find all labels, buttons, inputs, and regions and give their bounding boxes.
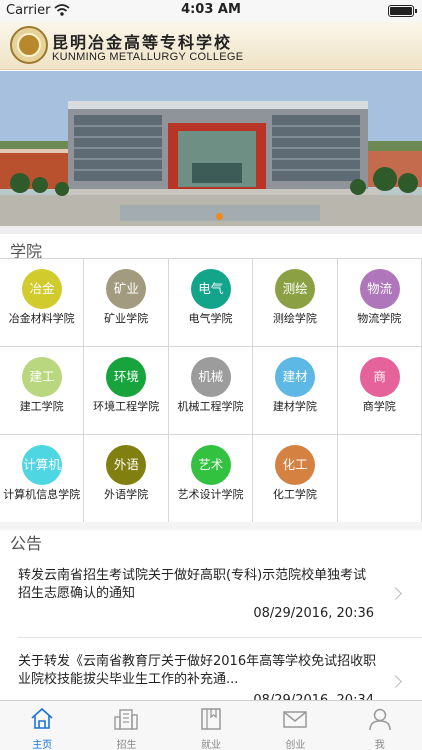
college-cell[interactable]: 建材 建材学院 [253,347,338,435]
college-cell[interactable]: 艺术 艺术设计学院 [168,435,254,523]
college-label: 物流学院 [357,312,402,325]
notices-section-title: 公告 [10,534,43,553]
college-icon: 建工 [22,357,62,397]
empty-cell [337,435,422,523]
building-icon [114,709,139,730]
notice-title: 转发云南省招生考试院关于做好高职(专科)示范院校单独考试招生志愿确认的通知 [18,568,367,601]
college-cell[interactable]: 电气 电气学院 [168,259,254,347]
college-icon: 建材 [275,357,316,397]
tab-entrepreneurship[interactable]: 创业 [253,701,337,750]
notice-date: 08/29/2016, 20:36 [253,606,374,621]
tab-label: 创业 [285,740,306,750]
tab-home[interactable]: 主页 [0,701,84,750]
tab-employment[interactable]: 就业 [169,701,253,750]
college-icon: 物流 [359,269,400,309]
tab-label: 我 [374,740,385,750]
college-label: 电气学院 [188,312,233,325]
college-cell[interactable]: 化工 化工学院 [253,435,338,523]
section-spacer [0,522,422,530]
tab-me[interactable]: 我 [338,701,422,750]
college-cell[interactable]: 外语 外语学院 [84,435,169,523]
notice-title: 关于转发《云南省教育厅关于做好2016年高等学校免试招收职业院校技能拔尖毕业生工… [18,654,377,687]
home-icon [31,707,53,729]
college-icon: 外语 [106,445,147,485]
college-label: 建工学院 [19,400,64,413]
banner-carousel[interactable] [0,71,422,226]
college-icon: 电气 [190,269,231,309]
college-icon: 机械 [190,357,231,397]
college-label: 机械工程学院 [177,400,244,413]
college-cell[interactable]: 矿业 矿业学院 [84,259,169,347]
college-label: 外语学院 [104,488,149,501]
college-cell[interactable]: 冶金 冶金材料学院 [0,259,85,347]
person-icon [368,708,391,731]
tab-label: 就业 [200,740,221,750]
college-label: 化工学院 [272,488,317,501]
chevron-right-icon [389,675,402,688]
app-header: 昆明冶金高等专科学校 KUNMING METALLURGY COLLEGE [0,22,422,70]
college-label: 环境工程学院 [93,400,160,413]
college-logo [10,26,48,64]
college-label: 建材学院 [272,400,317,413]
notice-item[interactable]: 转发云南省招生考试院关于做好高职(专科)示范院校单独考试招生志愿确认的通知 08… [0,555,422,635]
college-grid: 冶金 冶金材料学院 矿业 矿业学院 电气 电气学院 测绘 测绘学院 物流 物流学院 建工 建工学院 环境… [0,258,422,523]
college-name-en: KUNMING METALLURGY COLLEGE [52,51,244,63]
notice-divider [18,637,422,638]
college-icon: 矿业 [106,269,147,309]
status-bar: Carrier 4:03 AM [0,0,422,22]
chevron-right-icon [389,587,402,600]
college-icon: 化工 [275,445,316,485]
college-icon: 商 [359,357,400,397]
carousel-page-indicator[interactable] [216,213,223,220]
college-cell[interactable]: 测绘 测绘学院 [253,259,338,347]
college-cell[interactable]: 建工 建工学院 [0,347,85,435]
college-icon: 环境 [106,357,147,397]
tab-admissions[interactable]: 招生 [84,701,168,750]
tab-label: 主页 [32,740,53,750]
college-cell[interactable]: 计算机计算机信息学院 [0,435,85,523]
section-spacer [0,226,422,234]
status-time: 4:03 AM [181,2,241,17]
college-cell[interactable]: 机械 机械工程学院 [168,347,254,435]
college-icon: 冶金 [22,269,62,309]
college-label: 计算机信息学院 [3,488,81,501]
book-icon [201,708,221,730]
college-name-cn: 昆明冶金高等专科学校 [52,33,233,52]
college-icon: 艺术 [190,445,231,485]
college-icon: 计算机 [22,445,62,485]
mail-icon [283,711,307,728]
college-icon: 测绘 [275,269,316,309]
battery-icon [388,5,417,17]
college-label: 商学院 [362,400,396,413]
college-label: 冶金材料学院 [8,312,75,325]
college-cell[interactable]: 环境 环境工程学院 [84,347,169,435]
college-cell[interactable]: 商商学院 [337,347,422,435]
tab-label: 招生 [116,740,137,750]
tab-bar: 主页 招生 就业 创业 我 [0,700,422,750]
college-label: 测绘学院 [272,312,317,325]
college-label: 艺术设计学院 [177,488,244,501]
campus-building-image [0,71,422,226]
college-label: 矿业学院 [104,312,149,325]
college-cell[interactable]: 物流 物流学院 [337,259,422,347]
